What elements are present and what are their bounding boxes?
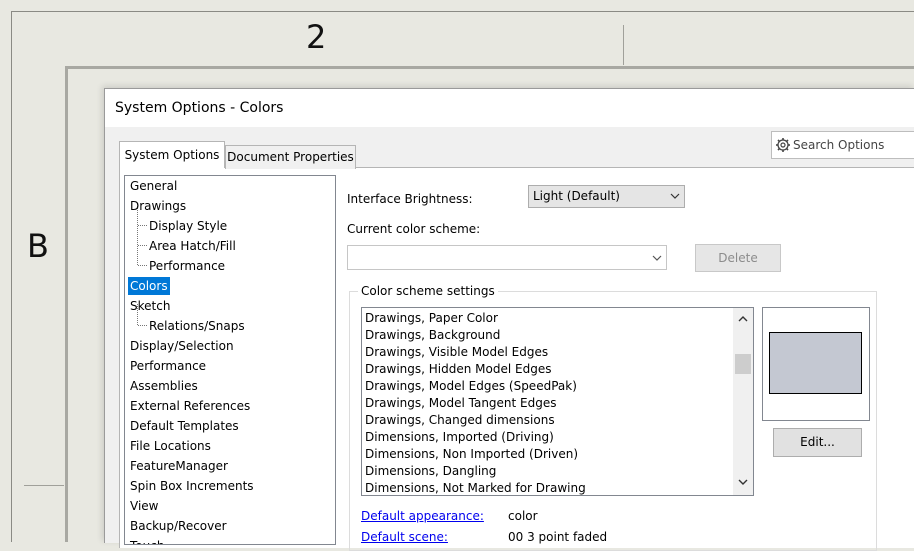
interface-brightness-select[interactable]: Light (Default) xyxy=(528,185,685,208)
tree-item-sketch[interactable]: Sketch xyxy=(130,297,170,315)
tab-system-options[interactable]: System Options xyxy=(119,141,225,168)
tree-item-display-selection[interactable]: Display/Selection xyxy=(130,337,234,355)
search-options-box[interactable] xyxy=(771,131,914,159)
tree-item-assemblies[interactable]: Assemblies xyxy=(130,377,198,395)
edit-button[interactable]: Edit... xyxy=(773,428,862,457)
system-options-dialog: System Options - Colors System Options D… xyxy=(104,88,914,551)
dialog-titlebar[interactable]: System Options - Colors xyxy=(105,89,914,127)
tree-item-spin-box-increments[interactable]: Spin Box Increments xyxy=(130,477,254,495)
tree-item-default-templates[interactable]: Default Templates xyxy=(130,417,239,435)
tree-item-view[interactable]: View xyxy=(130,497,158,515)
tree-item-general[interactable]: General xyxy=(130,177,177,195)
list-item[interactable]: Drawings, Hidden Model Edges xyxy=(365,361,551,378)
list-item[interactable]: Dimensions, Not Marked for Drawing xyxy=(365,480,586,495)
color-items-list[interactable]: Drawings, Paper Color Drawings, Backgrou… xyxy=(361,307,754,496)
list-item[interactable]: Drawings, Changed dimensions xyxy=(365,412,555,429)
options-tree[interactable]: General Drawings Display Style Area Hatc… xyxy=(124,175,336,545)
chevron-down-icon xyxy=(670,193,680,199)
tree-connector xyxy=(138,325,147,327)
list-item[interactable]: Drawings, Visible Model Edges xyxy=(365,344,548,361)
current-color-scheme-label: Current color scheme: xyxy=(347,222,481,236)
gear-icon xyxy=(776,138,790,152)
zone-label-column: 2 xyxy=(306,18,327,56)
chevron-down-icon xyxy=(652,255,662,261)
color-preview-swatch xyxy=(769,332,862,394)
zone-label-row: B xyxy=(27,227,49,265)
tree-item-featuremanager[interactable]: FeatureManager xyxy=(130,457,228,475)
interface-brightness-label: Interface Brightness: xyxy=(347,192,473,206)
tree-item-drawings-performance[interactable]: Performance xyxy=(149,257,225,275)
scroll-down-arrow-icon[interactable] xyxy=(737,476,749,488)
zone-divider xyxy=(623,25,624,65)
tree-item-file-locations[interactable]: File Locations xyxy=(130,437,211,455)
tree-item-external-references[interactable]: External References xyxy=(130,397,250,415)
list-item[interactable]: Dimensions, Imported (Driving) xyxy=(365,429,554,446)
color-preview xyxy=(762,307,870,421)
tree-item-display-style[interactable]: Display Style xyxy=(149,217,227,235)
list-item[interactable]: Drawings, Model Tangent Edges xyxy=(365,395,557,412)
list-scrollbar[interactable] xyxy=(733,308,753,495)
list-item[interactable]: Dimensions, Dangling xyxy=(365,463,496,480)
list-item[interactable]: Drawings, Background xyxy=(365,327,500,344)
tree-connector xyxy=(138,225,147,227)
color-scheme-settings-title: Color scheme settings xyxy=(358,284,498,298)
list-item[interactable]: Drawings, Paper Color xyxy=(365,310,498,327)
list-item[interactable]: Drawings, Model Edges (SpeedPak) xyxy=(365,378,577,395)
zone-divider xyxy=(24,485,64,486)
list-item[interactable]: Dimensions, Non Imported (Driven) xyxy=(365,446,578,463)
dialog-title: System Options - Colors xyxy=(115,100,284,116)
tree-item-relations-snaps[interactable]: Relations/Snaps xyxy=(149,317,245,335)
tree-item-performance[interactable]: Performance xyxy=(130,357,206,375)
tree-item-touch[interactable]: Touch xyxy=(130,537,164,544)
default-appearance-value: color xyxy=(508,509,538,523)
tree-item-colors[interactable]: Colors xyxy=(128,277,170,295)
current-color-scheme-select[interactable] xyxy=(347,245,667,270)
scroll-thumb[interactable] xyxy=(735,354,751,374)
tree-connector xyxy=(138,265,147,267)
delete-button[interactable]: Delete xyxy=(695,244,781,272)
default-appearance-link[interactable]: Default appearance: xyxy=(361,509,484,523)
tree-connector xyxy=(138,245,147,247)
tree-item-drawings[interactable]: Drawings xyxy=(130,197,186,215)
tab-document-properties[interactable]: Document Properties xyxy=(225,145,356,169)
search-input[interactable] xyxy=(793,137,914,153)
tree-item-backup-recover[interactable]: Backup/Recover xyxy=(130,517,227,535)
interface-brightness-value: Light (Default) xyxy=(533,189,620,203)
scroll-up-arrow-icon[interactable] xyxy=(737,313,749,325)
tree-item-area-hatch-fill[interactable]: Area Hatch/Fill xyxy=(149,237,236,255)
